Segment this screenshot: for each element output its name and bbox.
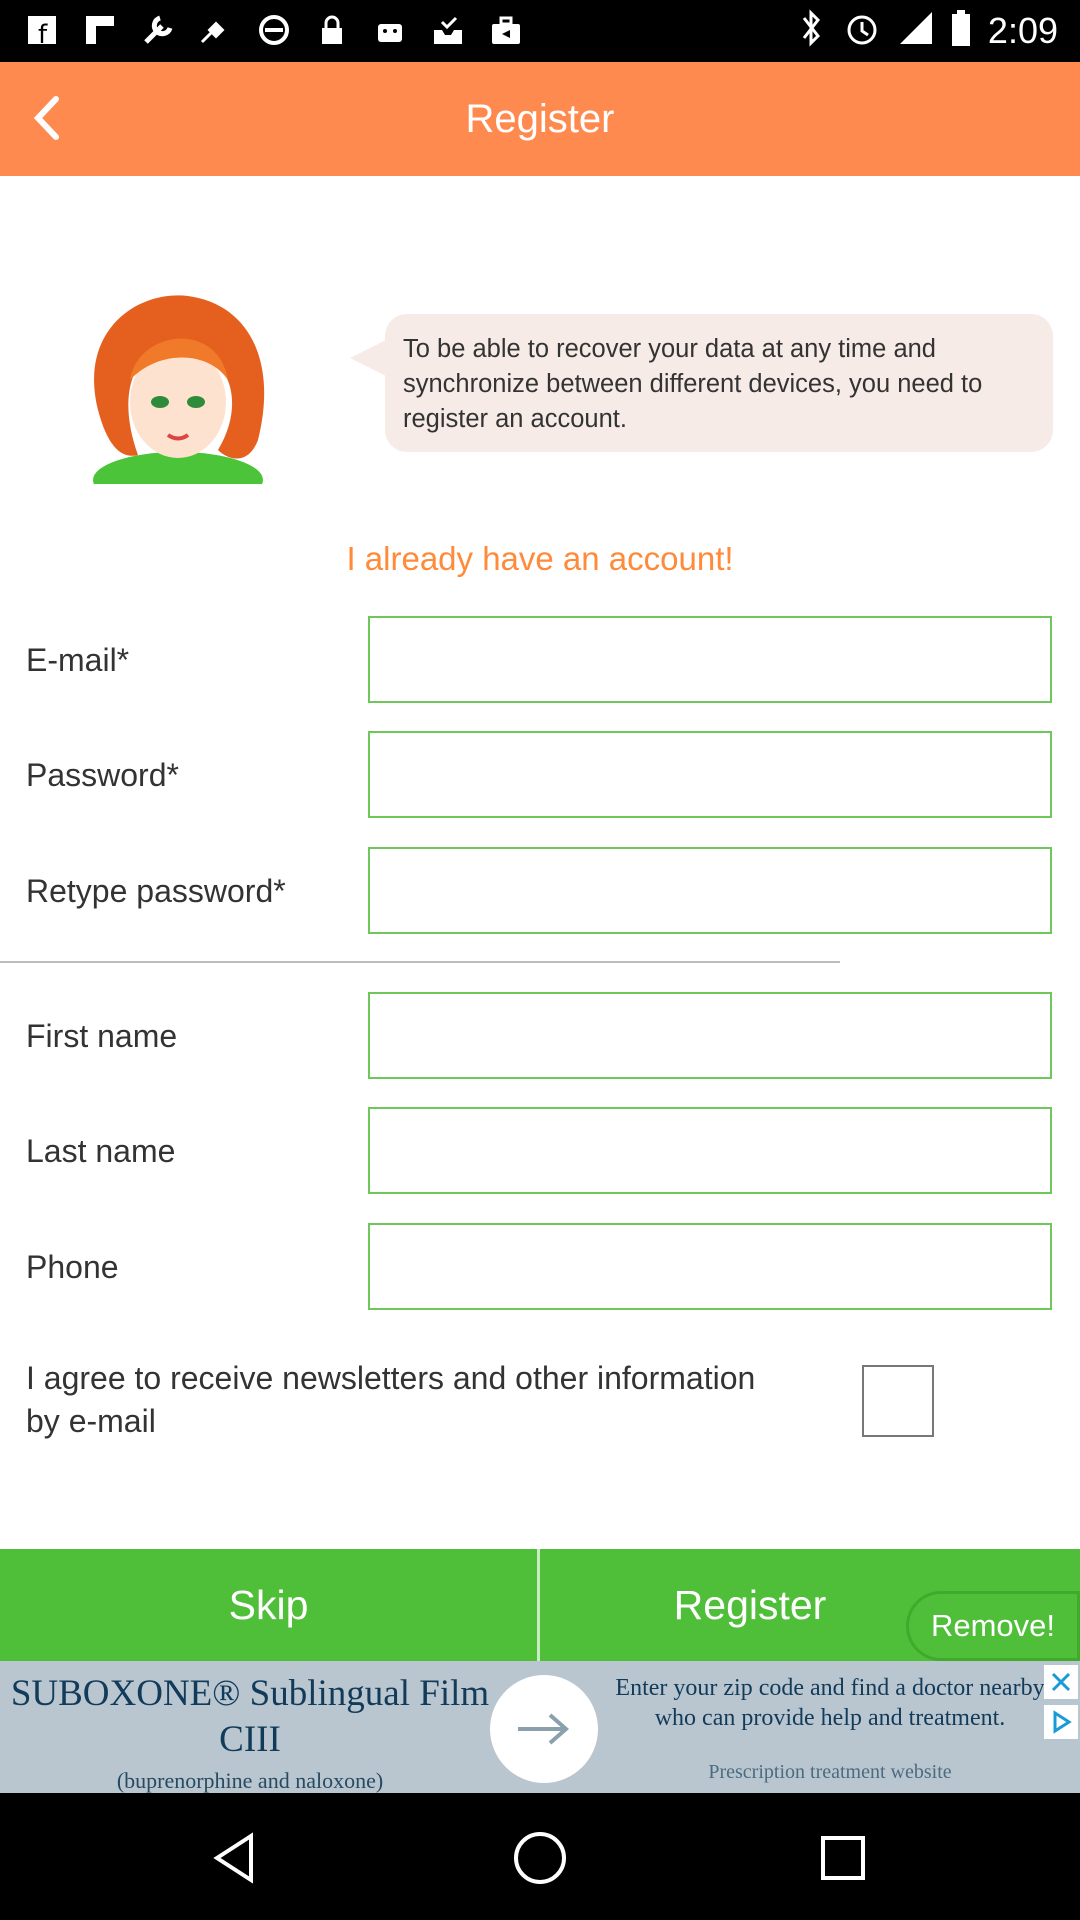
last-name-label: Last name [26, 1133, 176, 1169]
ad-subline: (buprenorphine and naloxone) [116, 1768, 384, 1793]
satellite-icon [198, 12, 234, 48]
ad-left-block: SUBOXONE® Sublingual Film CIII (buprenor… [10, 1671, 490, 1793]
chevron-left-icon [33, 96, 59, 140]
flipboard-icon [82, 12, 118, 48]
status-bar: f 2:09 [0, 0, 1080, 62]
system-nav-bar [0, 1793, 1080, 1920]
close-icon[interactable] [1044, 1665, 1078, 1699]
password-field[interactable] [368, 731, 1052, 818]
nav-recents-icon[interactable] [808, 1823, 878, 1893]
email-label: E-mail* [26, 642, 130, 678]
android-icon [372, 12, 408, 48]
skip-button[interactable]: Skip [0, 1549, 537, 1661]
phone-field[interactable] [368, 1223, 1052, 1310]
clock: 2:09 [987, 9, 1058, 51]
lock-icon [314, 12, 350, 48]
register-label: Register [673, 1581, 827, 1628]
briefcase-icon [488, 12, 524, 48]
system-icons: 2:09 [796, 8, 1058, 53]
avatar-illustration [78, 290, 278, 508]
arrow-right-icon[interactable] [490, 1675, 598, 1783]
remove-ads-button[interactable]: Remove! [906, 1591, 1080, 1661]
ad-body: Enter your zip code and find a doctor ne… [615, 1675, 1045, 1731]
remove-label: Remove! [930, 1608, 1056, 1643]
signal-icon [898, 8, 934, 53]
page-title: Register [465, 97, 615, 141]
ad-banner[interactable]: SUBOXONE® Sublingual Film CIII (buprenor… [0, 1661, 1080, 1793]
newsletter-label: I agree to receive newsletters and other… [26, 1360, 756, 1439]
blocked-icon [256, 12, 292, 48]
alarm-icon [842, 8, 882, 53]
retype-password-label: Retype password* [26, 873, 286, 909]
phone-label: Phone [26, 1249, 119, 1285]
facebook-icon: f [24, 12, 60, 50]
app-bar: Register [0, 62, 1080, 176]
login-link[interactable]: I already have an account! [0, 540, 1080, 578]
email-field[interactable] [368, 616, 1052, 703]
adchoices-icon[interactable] [1044, 1705, 1078, 1739]
wrench-icon [140, 12, 176, 48]
password-label: Password* [26, 757, 179, 793]
retype-password-field[interactable] [368, 847, 1052, 934]
ad-footer: Prescription treatment website [708, 1761, 952, 1783]
first-name-field[interactable] [368, 992, 1052, 1079]
back-button[interactable] [16, 88, 76, 148]
speech-bubble-tail [350, 338, 390, 378]
svg-text:f: f [38, 20, 48, 48]
newsletter-checkbox[interactable] [862, 1365, 934, 1437]
section-divider [0, 961, 840, 963]
nav-back-icon[interactable] [200, 1823, 270, 1893]
bluetooth-icon [796, 8, 826, 53]
battery-icon [950, 8, 972, 53]
ad-headline: SUBOXONE® Sublingual Film CIII [10, 1673, 490, 1760]
first-name-label: First name [26, 1018, 178, 1054]
notification-icons: f [24, 12, 524, 50]
last-name-field[interactable] [368, 1107, 1052, 1194]
info-speech-bubble: To be able to recover your data at any t… [385, 314, 1053, 452]
nav-home-icon[interactable] [505, 1823, 575, 1893]
skip-label: Skip [228, 1581, 309, 1628]
inbox-check-icon [430, 12, 466, 48]
